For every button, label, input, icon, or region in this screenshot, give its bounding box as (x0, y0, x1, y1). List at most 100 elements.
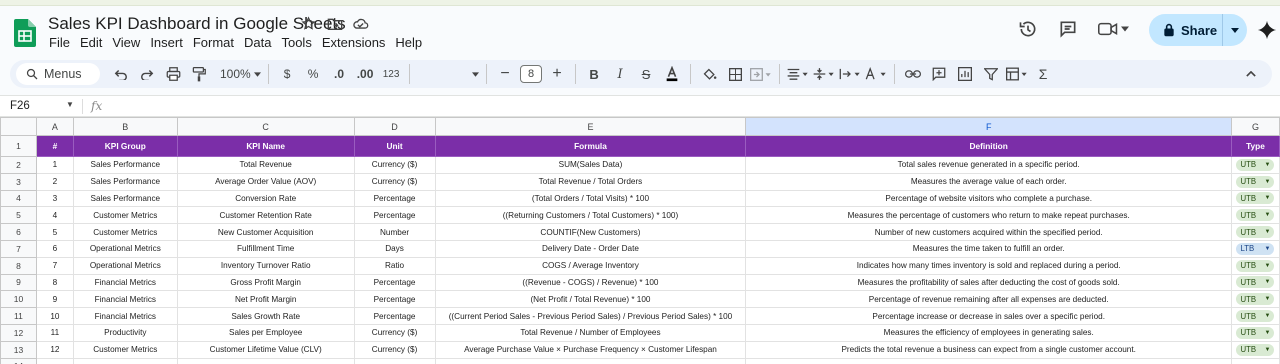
column-header-a[interactable]: A (35, 117, 74, 136)
cell-definition[interactable]: Measures the time taken to fulfill an or… (745, 239, 1232, 258)
cell-definition[interactable]: Measures the average value of each order… (745, 172, 1232, 191)
cell-unit[interactable]: Currency ($) (353, 340, 436, 359)
share-dropdown-icon[interactable] (1223, 27, 1247, 33)
text-wrapping-icon[interactable] (839, 62, 861, 86)
collapse-toolbar-icon[interactable] (1240, 62, 1262, 86)
cell-formula[interactable]: (Net Profit / Total Revenue) * 100 (434, 290, 747, 309)
header-cell-type[interactable]: Type (1230, 135, 1280, 157)
cell-kpi-name[interactable]: Sales per Employee (176, 323, 355, 342)
share-button[interactable]: Share (1149, 14, 1247, 46)
row-header[interactable]: 1 (0, 135, 37, 157)
gemini-icon[interactable] (1257, 20, 1277, 40)
cell-kpi-name[interactable]: Customer Retention Rate (176, 206, 355, 225)
menu-help[interactable]: Help (395, 35, 422, 50)
cell-kpi-group[interactable]: Sales Performance (72, 156, 178, 174)
type-dropdown-chip[interactable]: UTB ▼ (1236, 326, 1275, 339)
cell-definition[interactable]: Percentage of revenue remaining after al… (745, 290, 1232, 309)
meet-video-icon[interactable] (1096, 17, 1120, 41)
cell-unit[interactable]: Percentage (353, 307, 436, 325)
cell-type[interactable]: UTB ▼ (1230, 340, 1280, 359)
font-family-select[interactable] (417, 62, 480, 86)
cell-num[interactable]: 1 (35, 156, 74, 174)
type-dropdown-chip[interactable]: UTB ▼ (1236, 226, 1275, 239)
percent-format-button[interactable]: % (302, 62, 324, 86)
menu-edit[interactable]: Edit (80, 35, 102, 50)
type-dropdown-chip[interactable]: UTB ▼ (1236, 192, 1275, 205)
type-dropdown-chip[interactable]: LTB ▼ (1236, 242, 1275, 255)
cell-unit[interactable]: Percentage (353, 290, 436, 309)
cell-num[interactable]: 9 (35, 290, 74, 309)
header-cell-formula[interactable]: Formula (434, 135, 747, 157)
italic-icon[interactable]: I (609, 62, 631, 86)
cell-unit[interactable]: Percentage (353, 189, 436, 208)
filter-icon[interactable] (980, 62, 1002, 86)
cell-definition[interactable]: Predicts the total revenue a business ca… (745, 340, 1232, 359)
row-header[interactable]: 13 (0, 340, 37, 359)
text-color-icon[interactable] (661, 62, 683, 86)
menu-file[interactable]: File (49, 35, 70, 50)
cell-formula[interactable]: ((Returning Customers / Total Customers)… (434, 206, 747, 225)
cell-kpi-name[interactable]: Fulfillment Time (176, 239, 355, 258)
cell-kpi-name[interactable]: Gross Profit Margin (176, 273, 355, 292)
row-header[interactable]: 5 (0, 206, 37, 225)
print-icon[interactable] (162, 62, 184, 86)
cell-kpi-group[interactable]: Financial Metrics (72, 290, 178, 309)
cell-kpi-name[interactable]: New Customer Acquisition (176, 223, 355, 241)
vertical-align-icon[interactable] (813, 62, 835, 86)
cell-formula[interactable]: Total Revenue / Number of Employees (434, 323, 747, 342)
currency-format-button[interactable]: $ (276, 62, 298, 86)
cell-num[interactable]: 10 (35, 307, 74, 325)
row-header[interactable]: 3 (0, 172, 37, 191)
fill-color-icon[interactable] (698, 62, 720, 86)
type-dropdown-chip[interactable]: UTB ▼ (1236, 209, 1275, 222)
cell-unit[interactable]: Number (353, 223, 436, 241)
menu-data[interactable]: Data (244, 35, 271, 50)
formula-input[interactable] (112, 100, 1262, 114)
row-header[interactable]: 9 (0, 273, 37, 292)
cell-kpi-group[interactable] (72, 357, 178, 364)
cell-unit[interactable]: Ratio (353, 256, 436, 275)
header-cell-unit[interactable]: Unit (353, 135, 436, 157)
comments-icon[interactable] (1056, 17, 1080, 41)
cell-unit[interactable]: Percentage (353, 206, 436, 225)
cell-definition[interactable]: Measures the percentage of customers who… (745, 206, 1232, 225)
spreadsheet-grid[interactable]: A B C D E F G 1 # KPI Group KPI Name Uni… (0, 117, 1280, 364)
cell-type[interactable]: UTB ▼ (1230, 273, 1280, 292)
cell-kpi-name[interactable]: Net Profit Margin (176, 290, 355, 309)
meet-dropdown-icon[interactable] (1120, 17, 1130, 41)
cell-num[interactable]: 12 (35, 340, 74, 359)
cell-kpi-group[interactable]: Sales Performance (72, 172, 178, 191)
cell-kpi-name[interactable]: Average Order Value (AOV) (176, 172, 355, 191)
redo-icon[interactable] (136, 62, 158, 86)
cell-kpi-name[interactable]: Inventory Turnover Ratio (176, 256, 355, 275)
cell-num[interactable]: 5 (35, 223, 74, 241)
row-header[interactable]: 6 (0, 223, 37, 241)
cell-formula[interactable]: (Total Orders / Total Visits) * 100 (434, 189, 747, 208)
cell-formula[interactable]: COGS / Average Inventory (434, 256, 747, 275)
type-dropdown-chip[interactable]: UTB ▼ (1236, 343, 1275, 356)
merge-cells-icon[interactable] (750, 62, 772, 86)
type-dropdown-chip[interactable]: UTB ▼ (1236, 276, 1275, 289)
type-dropdown-chip[interactable]: UTB ▼ (1236, 158, 1275, 171)
cell-definition[interactable]: Number of new customers acquired within … (745, 223, 1232, 241)
cell-formula[interactable]: Delivery Date - Order Date (434, 239, 747, 258)
row-header[interactable]: 8 (0, 256, 37, 275)
type-dropdown-chip[interactable]: UTB ▼ (1236, 175, 1275, 188)
cell-kpi-name[interactable] (176, 357, 355, 364)
cell-kpi-name[interactable]: Customer Lifetime Value (CLV) (176, 340, 355, 359)
decrease-font-size-icon[interactable]: − (494, 62, 516, 86)
cell-kpi-name[interactable]: Sales Growth Rate (176, 307, 355, 325)
cell-num[interactable]: 8 (35, 273, 74, 292)
type-dropdown-chip[interactable]: UTB ▼ (1236, 293, 1275, 306)
zoom-select[interactable]: 100% (220, 62, 262, 86)
cell-type[interactable]: UTB ▼ (1230, 156, 1280, 174)
cell-kpi-group[interactable]: Financial Metrics (72, 273, 178, 292)
cell-type[interactable]: UTB ▼ (1230, 290, 1280, 309)
header-cell-kpi-group[interactable]: KPI Group (72, 135, 178, 157)
row-header[interactable]: 10 (0, 290, 37, 309)
search-menus-button[interactable]: Menus (16, 63, 100, 85)
cell-kpi-name[interactable]: Total Revenue (176, 156, 355, 174)
borders-icon[interactable] (724, 62, 746, 86)
sheets-logo-icon[interactable] (14, 19, 36, 47)
strikethrough-icon[interactable]: S (635, 62, 657, 86)
